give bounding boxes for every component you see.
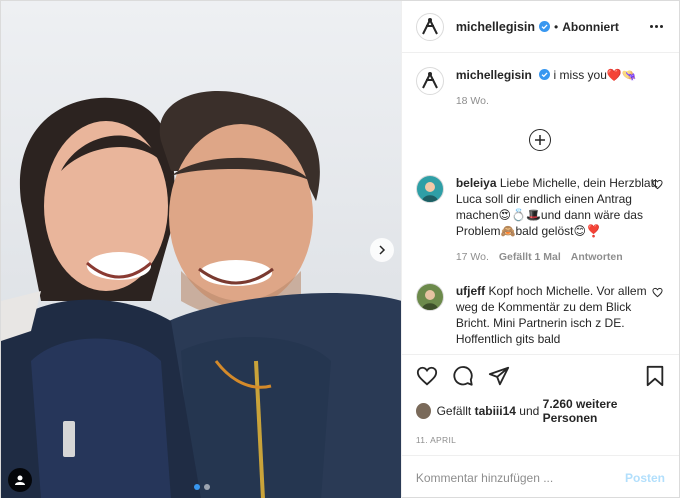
following-button[interactable]: Abonniert <box>562 20 619 34</box>
profile-logo-icon <box>421 17 438 34</box>
heart-icon[interactable] <box>652 287 663 298</box>
profile-logo-icon <box>421 72 438 89</box>
post-sidebar: michellegisin • Abonniert michellegisin … <box>400 1 679 498</box>
comment-username[interactable]: ufjeff <box>456 284 485 298</box>
plus-circle-icon <box>535 135 546 145</box>
post-caption: michellegisin i miss you❤️👒 18 Wo. <box>415 67 665 109</box>
reply-button[interactable]: Antworten <box>571 249 623 265</box>
comments-list[interactable]: michellegisin i miss you❤️👒 18 Wo. belei… <box>402 53 679 354</box>
instagram-post: michellegisin • Abonniert michellegisin … <box>0 0 680 498</box>
comment-item: beleiya Liebe Michelle, dein Herzblatt L… <box>415 175 665 265</box>
likes-summary: Gefällt tabiii14 und 7.260 weitere Perso… <box>415 397 665 425</box>
chevron-right-icon <box>379 245 386 255</box>
likes-prefix: Gefällt <box>436 404 472 418</box>
comment-item: ufjeff Kopf hoch Michelle. Vor allem weg… <box>415 283 665 347</box>
user-photo-icon <box>421 290 438 310</box>
verified-badge-icon <box>539 21 551 32</box>
comment-time[interactable]: 17 Wo. <box>456 249 489 265</box>
heart-icon[interactable] <box>416 365 438 387</box>
comment-text: Kopf hoch Michelle. Vor allem weg de Kom… <box>455 284 647 346</box>
comment-username[interactable]: beleiya <box>456 176 497 190</box>
post-actions: Gefällt tabiii14 und 7.260 weitere Perso… <box>401 354 679 445</box>
avatar[interactable] <box>415 283 444 311</box>
verified-badge-icon <box>539 69 551 80</box>
more-options-icon <box>660 25 663 28</box>
bookmark-icon[interactable] <box>645 365 665 387</box>
couple-selfie-image <box>1 1 401 498</box>
caption-text: i miss you❤️👒 <box>553 68 637 82</box>
avatar[interactable] <box>415 175 444 203</box>
post-date[interactable]: 11. April <box>416 435 665 445</box>
post-header: michellegisin • Abonniert <box>401 1 679 53</box>
caption-body: michellegisin i miss you❤️👒 18 Wo. <box>456 67 637 109</box>
carousel-indicator <box>194 484 210 490</box>
user-tag-icon <box>15 475 25 485</box>
more-options-icon <box>650 25 653 28</box>
likes-middle: und <box>519 404 540 418</box>
carousel-dot <box>204 484 210 490</box>
comment-likes[interactable]: Gefällt 1 Mal <box>499 249 561 265</box>
load-more-comments <box>416 129 665 151</box>
tagged-users-button[interactable] <box>8 468 32 492</box>
load-more-button[interactable] <box>529 129 552 151</box>
likes-count[interactable]: 7.260 weitere Personen <box>543 397 665 425</box>
user-photo-icon <box>421 182 438 202</box>
action-icons <box>416 363 665 389</box>
avatar[interactable] <box>415 67 444 95</box>
header-username[interactable]: michellegisin <box>456 20 535 34</box>
liked-by-user[interactable]: tabiii14 <box>475 404 516 418</box>
next-photo-button[interactable] <box>370 238 394 262</box>
more-options-icon <box>655 25 658 28</box>
post-comment-button[interactable]: Posten <box>625 471 665 485</box>
comment-body: ufjeff Kopf hoch Michelle. Vor allem weg… <box>456 283 661 347</box>
avatar[interactable] <box>415 403 431 419</box>
caption-time[interactable]: 18 Wo. <box>456 93 637 109</box>
comment-meta: 17 Wo. Gefällt 1 Mal Antworten <box>456 249 661 265</box>
more-options-button[interactable] <box>646 21 667 32</box>
paper-plane-icon[interactable] <box>488 365 510 387</box>
carousel-dot-active <box>194 484 200 490</box>
comment-icon[interactable] <box>452 365 474 387</box>
comment-body: beleiya Liebe Michelle, dein Herzblatt L… <box>456 175 661 265</box>
comment-composer: Posten <box>401 455 679 498</box>
heart-icon[interactable] <box>652 179 663 190</box>
post-photo[interactable] <box>1 1 401 498</box>
caption-username[interactable]: michellegisin <box>456 68 532 82</box>
header-separator: • <box>554 19 559 34</box>
comment-input[interactable] <box>415 470 625 485</box>
avatar[interactable] <box>415 12 444 41</box>
